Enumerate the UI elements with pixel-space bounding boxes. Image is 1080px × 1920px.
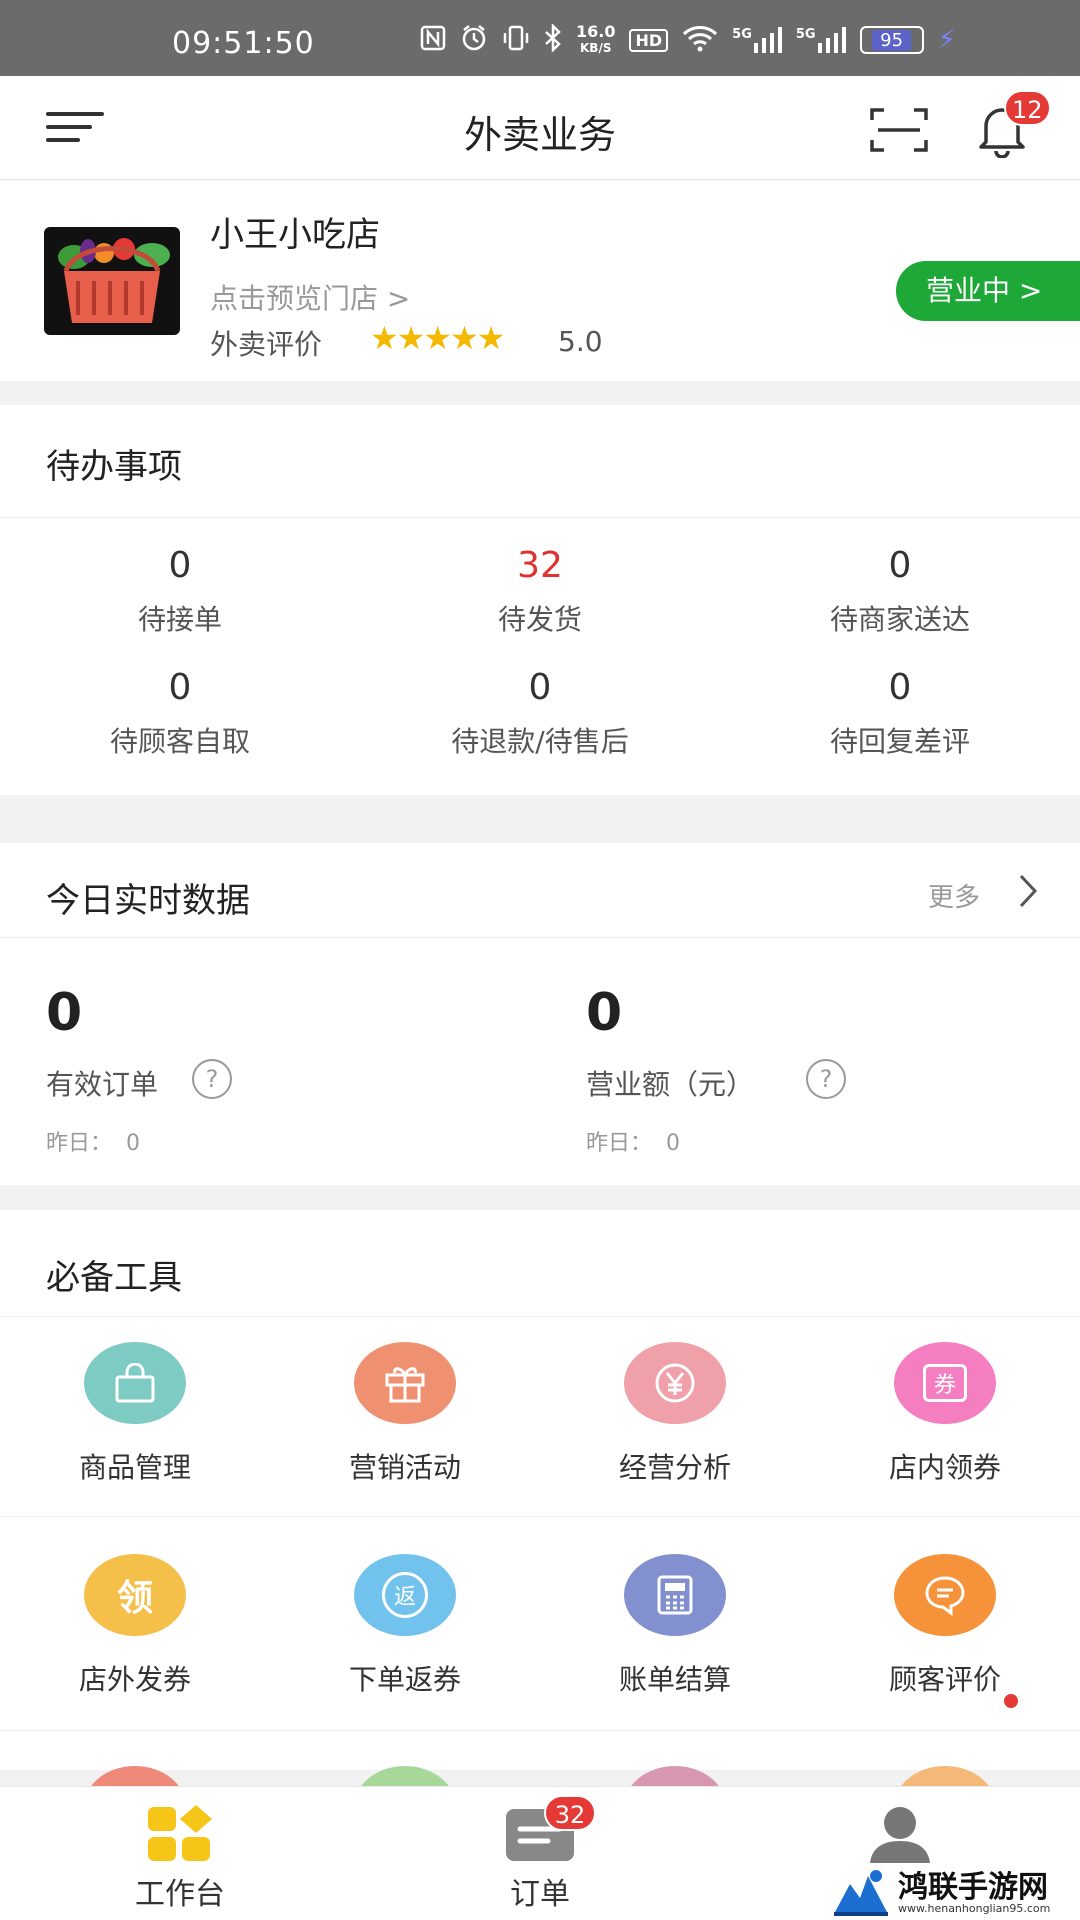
shopping-bag-icon (84, 1342, 186, 1424)
bluetooth-icon (544, 22, 562, 57)
status-icons: 16.0 KB/S HD 5G 5G 95 ⚡ (420, 22, 956, 57)
valid-orders-label: 有效订单 (46, 1068, 159, 1101)
orders-badge: 32 (544, 1795, 596, 1831)
tools-section: 必备工具 商品管理 营销活动 经营分析 券 店内领券 领 店外发券 返 下单返券… (0, 1210, 1080, 1786)
alarm-icon (460, 24, 488, 57)
more-link[interactable]: 更多 (928, 877, 980, 914)
watermark-title: 鸿联手游网 (898, 1870, 1048, 1905)
todo-item-pending-reply[interactable]: 0 待回复差评 (720, 667, 1080, 760)
revenue-yesterday: 昨日： 0 (586, 1131, 681, 1156)
divider (0, 937, 1080, 938)
tool-customer-reviews[interactable]: 顾客评价 (810, 1554, 1080, 1708)
tool-partial[interactable] (540, 1766, 810, 1786)
yen-icon (624, 1342, 726, 1424)
orders-icon (440, 1805, 640, 1863)
business-status-button[interactable]: 营业中 > (896, 261, 1080, 321)
new-review-dot (1004, 1694, 1018, 1708)
tool-partial[interactable] (810, 1766, 1080, 1786)
realtime-data-section: 今日实时数据 更多 0 有效订单 ? 昨日： 0 0 营业额（元） ? 昨日： … (0, 843, 1080, 1185)
tool-in-store-coupon[interactable]: 券 店内领券 (810, 1342, 1080, 1486)
tool-product-management[interactable]: 商品管理 (0, 1342, 270, 1486)
collect-coupon-icon: 领 (84, 1554, 186, 1636)
tool-order-rebate-coupon[interactable]: 返 下单返券 (270, 1554, 540, 1698)
divider (0, 1730, 1080, 1731)
store-logo[interactable] (44, 227, 180, 335)
signal-icon: 5G (732, 27, 782, 53)
nav-workbench[interactable]: 工作台 (80, 1805, 280, 1913)
tool-external-coupon[interactable]: 领 店外发券 (0, 1554, 270, 1698)
todo-item-pending-delivery[interactable]: 0 待商家送达 (720, 545, 1080, 638)
vibrate-icon (502, 25, 530, 56)
dashboard-icon (80, 1805, 280, 1863)
nfc-icon (420, 25, 446, 56)
calculator-icon (624, 1554, 726, 1636)
tool-partial[interactable] (0, 1766, 270, 1786)
net-speed: 16.0 KB/S (576, 22, 616, 56)
todo-section: 待办事项 0 待接单 32 待发货 0 待商家送达 0 待顾客自取 0 待退款/… (0, 405, 1080, 795)
charging-icon: ⚡ (937, 25, 956, 55)
todo-item-pending-accept[interactable]: 0 待接单 (0, 545, 360, 638)
store-card: 小王小吃店 点击预览门店 > 外卖评价 ★★★★★ 5.0 营业中 > (0, 181, 1080, 381)
tool-billing[interactable]: 账单结算 (540, 1554, 810, 1698)
profile-icon (800, 1805, 1000, 1863)
notification-badge: 12 (1004, 90, 1051, 126)
todo-title: 待办事项 (46, 447, 182, 487)
watermark-logo (832, 1864, 890, 1916)
tool-partial[interactable] (270, 1766, 540, 1786)
rating-stars: ★★★★★ (370, 319, 505, 357)
watermark-url: www.henanhonglian95.com (898, 1902, 1051, 1915)
tool-analytics[interactable]: 经营分析 (540, 1342, 810, 1486)
tool-icon (354, 1766, 456, 1786)
chevron-right-icon[interactable] (1018, 873, 1038, 909)
valid-orders-yesterday: 昨日： 0 (46, 1131, 141, 1156)
store-preview-link[interactable]: 点击预览门店 > (210, 277, 410, 317)
store-name: 小王小吃店 (210, 215, 380, 255)
help-icon[interactable]: ? (806, 1059, 846, 1099)
rating-score: 5.0 (558, 325, 603, 358)
tool-marketing[interactable]: 营销活动 (270, 1342, 540, 1486)
divider (0, 517, 1080, 518)
tool-icon (624, 1766, 726, 1786)
status-bar: 09:51:50 16.0 KB/S HD 5G 5G 95 ⚡ (0, 0, 1080, 76)
todo-item-pending-ship[interactable]: 32 待发货 (360, 545, 720, 638)
tools-title: 必备工具 (46, 1258, 182, 1298)
todo-item-pending-refund[interactable]: 0 待退款/待售后 (360, 667, 720, 760)
valid-orders-value: 0 (46, 983, 83, 1043)
chat-bubble-icon (894, 1554, 996, 1636)
divider (0, 1516, 1080, 1517)
battery-icon: 95 (859, 26, 924, 54)
hd-icon: HD (629, 28, 669, 52)
nav-orders[interactable]: 订单 (440, 1805, 640, 1913)
todo-item-pending-pickup[interactable]: 0 待顾客自取 (0, 667, 360, 760)
gift-icon (354, 1342, 456, 1424)
rating-label: 外卖评价 (210, 328, 323, 361)
status-time: 09:51:50 (172, 26, 315, 61)
revenue-label: 营业额（元） (586, 1068, 755, 1101)
signal-icon-2: 5G (796, 27, 846, 53)
wifi-icon (682, 24, 718, 57)
scan-icon[interactable] (870, 106, 928, 154)
coupon-icon: 券 (894, 1342, 996, 1424)
revenue-value: 0 (586, 983, 623, 1043)
help-icon[interactable]: ? (192, 1059, 232, 1099)
tool-icon (894, 1766, 996, 1786)
tool-icon (84, 1766, 186, 1786)
divider (0, 1316, 1080, 1317)
app-header: 外卖业务 12 (0, 76, 1080, 180)
site-watermark: 鸿联手游网 www.henanhonglian95.com (832, 1860, 1080, 1920)
return-coupon-icon: 返 (354, 1554, 456, 1636)
realtime-title: 今日实时数据 (46, 881, 250, 921)
